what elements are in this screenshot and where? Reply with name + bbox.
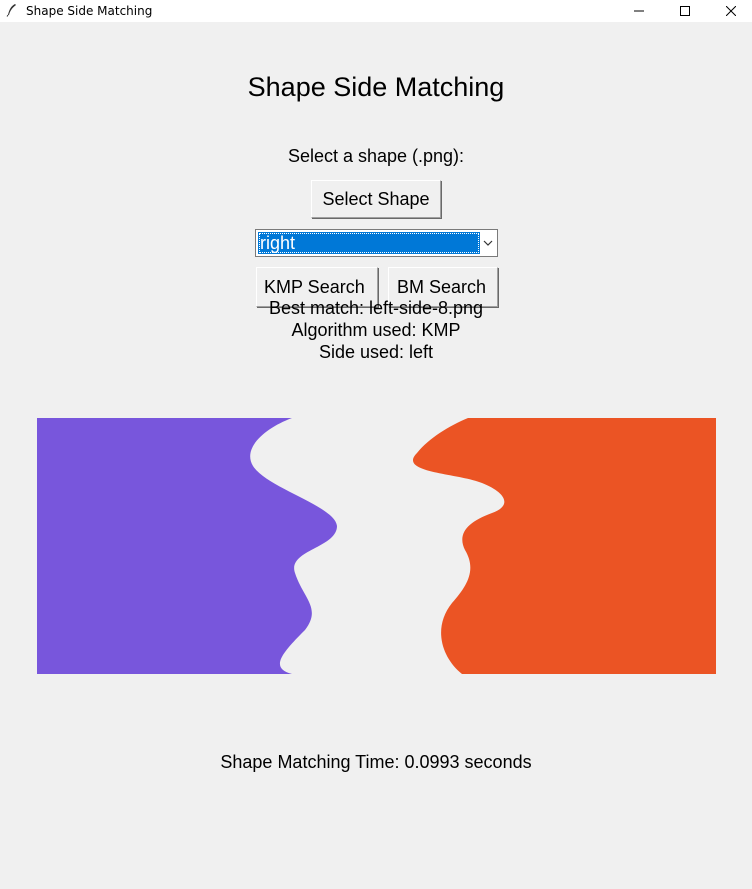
close-button[interactable] xyxy=(708,0,752,22)
window-title: Shape Side Matching xyxy=(26,4,153,18)
side-dropdown-value: right xyxy=(258,232,480,254)
minimize-icon xyxy=(634,10,644,12)
best-match-text: Best match: left-side-8.png xyxy=(268,298,484,318)
maximize-icon xyxy=(680,6,690,16)
title-bar: Shape Side Matching xyxy=(0,0,752,22)
select-shape-button[interactable]: Select Shape xyxy=(311,180,441,218)
page-title: Shape Side Matching xyxy=(247,72,505,102)
close-icon xyxy=(726,6,736,16)
shape-preview xyxy=(37,418,716,674)
chevron-down-icon[interactable] xyxy=(481,233,495,253)
matching-time-text: Shape Matching Time: 0.0993 seconds xyxy=(220,752,532,772)
side-text: Side used: left xyxy=(318,342,434,362)
algorithm-text: Algorithm used: KMP xyxy=(291,320,461,340)
feather-icon xyxy=(6,4,16,17)
results-panel: Best match: left-side-8.png Algorithm us… xyxy=(0,297,752,363)
right-shape-image xyxy=(412,418,716,674)
left-shape-image xyxy=(37,418,337,674)
side-dropdown[interactable]: right xyxy=(255,229,498,257)
select-shape-label: Select a shape (.png): xyxy=(287,146,465,166)
maximize-button[interactable] xyxy=(662,0,708,22)
minimize-button[interactable] xyxy=(616,0,662,22)
